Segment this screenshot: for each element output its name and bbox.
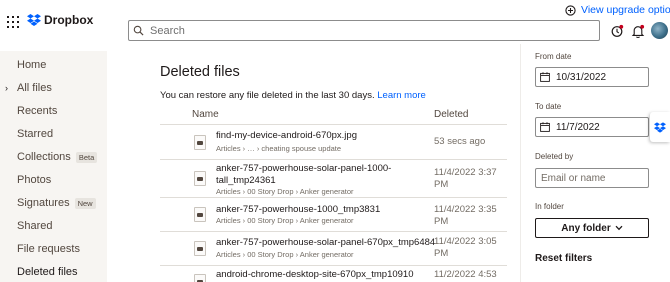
folder-button-label: Any folder — [561, 222, 611, 234]
deleted-date: 53 secs ago — [434, 136, 486, 147]
image-file-icon — [194, 274, 206, 282]
sidebar-item-label: File requests — [17, 243, 80, 255]
file-name[interactable]: anker-757-powerhouse-solar-panel-670px_t… — [216, 237, 435, 249]
new-badge: New — [74, 197, 96, 209]
image-file-icon — [194, 135, 206, 150]
notifications-button[interactable] — [629, 22, 647, 40]
dropbox-extension-tab[interactable] — [650, 112, 670, 142]
file-path: Articles › 00 Story Drop › Anker generat… — [216, 187, 354, 196]
file-path: Articles › … › cheating spouse update — [216, 144, 342, 153]
sidebar-item-label: Collections — [17, 151, 71, 163]
chevron-right-icon[interactable]: › — [5, 83, 8, 93]
sidebar-item-label: Shared — [17, 220, 53, 232]
in-folder-label: In folder — [535, 202, 564, 211]
page-subtitle: You can restore any file deleted in the … — [160, 90, 426, 101]
image-file-icon — [194, 207, 206, 222]
from-date-value: 10/31/2022 — [556, 71, 607, 83]
bell-icon — [631, 24, 645, 38]
sidebar-item-collections[interactable]: Collections Beta — [17, 151, 98, 163]
dropbox-icon — [654, 121, 666, 133]
sidebar-item-file-requests[interactable]: File requests — [17, 243, 80, 255]
deleted-date: 11/4/2022 3:35 PM — [434, 204, 497, 227]
sidebar-item-recents[interactable]: Recents — [17, 105, 57, 117]
sidebar-item-starred[interactable]: Starred — [17, 128, 53, 140]
sidebar-item-shared[interactable]: Shared — [17, 220, 52, 232]
dropbox-logo-icon — [27, 14, 41, 26]
upgrade-label: View upgrade options — [581, 4, 670, 16]
table-row[interactable]: anker-757-powerhouse-solar-panel-670px_t… — [160, 232, 507, 266]
table-row[interactable]: anker-757-powerhouse-solar-panel-1000-ta… — [160, 160, 507, 198]
deleted-date: 11/4/2022 3:37 PM — [434, 167, 497, 190]
table-row[interactable]: android-chrome-desktop-site-670px_tmp109… — [160, 266, 507, 282]
deleted-by-label: Deleted by — [535, 152, 574, 161]
search-placeholder: Search — [150, 24, 185, 37]
table-row[interactable]: anker-757-powerhouse-1000_tmp3831 Articl… — [160, 198, 507, 232]
file-path: Articles › 00 Story Drop › Anker generat… — [216, 216, 354, 225]
to-date-label: To date — [535, 102, 562, 111]
sidebar-item-label: Starred — [17, 128, 54, 140]
search-bar[interactable]: Search — [128, 20, 600, 41]
sidebar-item-label: Recents — [17, 105, 58, 117]
deleted-date: 11/2/2022 4:53 — [434, 269, 497, 280]
sidebar-item-photos[interactable]: Photos — [17, 174, 51, 186]
beta-badge: Beta — [75, 151, 98, 163]
avatar[interactable] — [651, 22, 668, 39]
deleted-by-input[interactable]: Email or name — [535, 168, 649, 188]
from-date-label: From date — [535, 52, 572, 61]
to-date-field[interactable]: 11/7/2022 — [535, 117, 649, 137]
file-path: Articles › 00 Story Drop › Anker generat… — [216, 250, 354, 259]
deleted-date: 11/4/2022 3:05 PM — [434, 236, 497, 259]
upgrade-link[interactable]: View upgrade options — [565, 4, 670, 16]
subtitle-text: You can restore any file deleted in the … — [160, 90, 375, 101]
any-folder-dropdown[interactable]: Any folder — [535, 218, 649, 238]
sidebar-item-label: All files — [17, 82, 52, 94]
sidebar-item-label: Home — [17, 59, 47, 71]
image-file-icon — [194, 241, 206, 256]
dropbox-logo[interactable]: Dropbox — [27, 13, 93, 27]
calendar-icon — [540, 122, 550, 132]
file-name[interactable]: anker-757-powerhouse-1000_tmp3831 — [216, 204, 426, 216]
sidebar-item-signatures[interactable]: Signatures New — [17, 197, 96, 209]
table-row[interactable]: find-my-device-android-670px.jpg Article… — [160, 125, 507, 160]
sidebar-item-label: Photos — [17, 174, 52, 186]
chevron-down-icon — [615, 225, 623, 231]
file-name[interactable]: find-my-device-android-670px.jpg — [216, 130, 426, 142]
to-date-value: 11/7/2022 — [556, 121, 600, 133]
column-header-name[interactable]: Name — [192, 109, 219, 120]
upgrade-icon — [565, 4, 576, 16]
app-grid-button[interactable] — [7, 16, 19, 28]
sidebar-item-label: Deleted files — [17, 266, 78, 278]
sidebar-item-label: Signatures — [17, 197, 70, 209]
sidebar-item-deleted-files[interactable]: Deleted files — [17, 266, 78, 278]
file-name[interactable]: anker-757-powerhouse-solar-panel-1000-ta… — [216, 163, 426, 187]
from-date-field[interactable]: 10/31/2022 — [535, 67, 649, 87]
activity-button[interactable] — [608, 22, 626, 40]
learn-more-link[interactable]: Learn more — [377, 90, 426, 101]
sidebar-item-home[interactable]: Home — [17, 59, 46, 71]
logo-text: Dropbox — [44, 13, 94, 27]
deleted-by-placeholder: Email or name — [541, 172, 606, 184]
sidebar: Home › All files Recents Starred Collect… — [0, 51, 107, 282]
search-icon — [133, 25, 144, 36]
column-header-deleted[interactable]: Deleted — [434, 109, 468, 120]
page-title: Deleted files — [160, 64, 240, 80]
activity-icon — [611, 24, 624, 37]
panel-divider — [520, 44, 521, 282]
sidebar-item-all-files[interactable]: All files — [17, 82, 52, 94]
file-name[interactable]: android-chrome-desktop-site-670px_tmp109… — [216, 269, 426, 281]
calendar-icon — [540, 72, 550, 82]
image-file-icon — [194, 171, 206, 186]
reset-filters-button[interactable]: Reset filters — [535, 253, 592, 264]
